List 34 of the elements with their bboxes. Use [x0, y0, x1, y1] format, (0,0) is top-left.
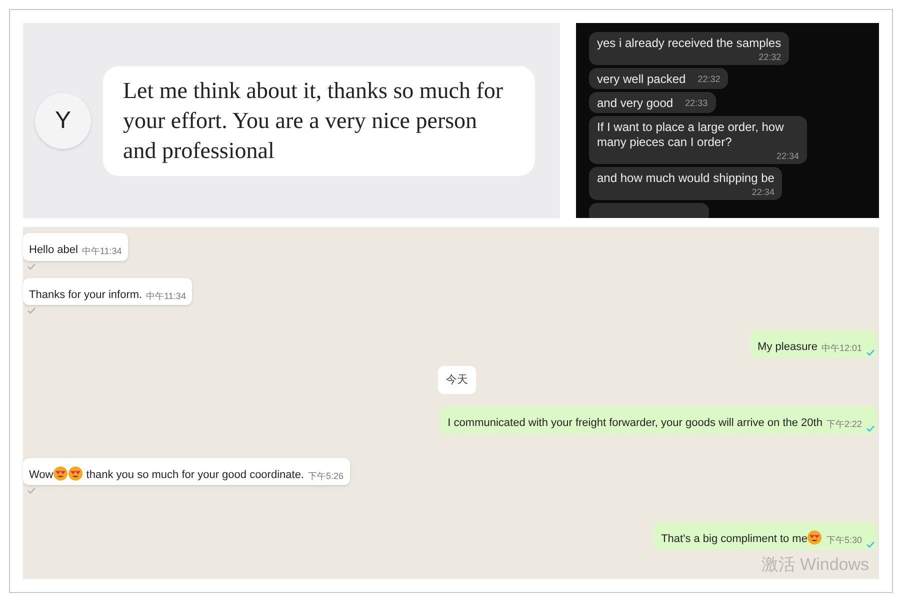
- message-text: If I want to place a large order, how many pieces can I order?: [597, 120, 785, 150]
- heart-eyes-emoji-icon: [68, 466, 84, 480]
- message-text: yes i already received the samples: [597, 36, 782, 51]
- message-time: 22:32: [698, 73, 720, 86]
- message-text: very well packed: [597, 72, 686, 87]
- message-time: 下午2:22: [826, 418, 862, 431]
- message-text: and very good: [597, 96, 674, 111]
- check-icon: [27, 262, 36, 270]
- message-text: That's a big compliment to me: [661, 530, 822, 548]
- message-time: 下午5:30: [826, 534, 862, 547]
- message-text: Hello abel: [29, 243, 78, 258]
- heart-eyes-emoji-icon: [807, 530, 822, 545]
- message-time: 22:32: [758, 51, 782, 63]
- message-text: and how much would shipping be: [597, 171, 774, 186]
- message-time: 中午11:34: [82, 245, 122, 258]
- message-time: 22:34: [776, 150, 799, 162]
- date-label: 今天: [438, 366, 476, 394]
- message-text: I communicated with your freight forwarder, your goods will arrive on the 20th: [448, 416, 822, 431]
- avatar: Y: [35, 92, 91, 148]
- message-time: 中午12:01: [821, 342, 862, 355]
- check-icon: [866, 348, 875, 356]
- message-text: My pleasure: [758, 340, 818, 355]
- message-text: Let me think about it, thanks so much for your effort. You are a very nice person and professional: [123, 76, 504, 165]
- check-icon: [866, 424, 875, 432]
- check-icon: [27, 487, 36, 494]
- check-icon: [866, 540, 875, 548]
- message-time: 下午5:26: [308, 470, 344, 482]
- heart-eyes-emoji-icon: [53, 466, 68, 480]
- check-icon: [27, 307, 36, 314]
- message-time: 中午11:34: [146, 290, 186, 302]
- message-text: Wow thank you so much for your good coordinate.: [29, 466, 304, 483]
- message-time: 22:34: [752, 186, 774, 198]
- message-time: 22:33: [685, 97, 708, 110]
- message-text: Thanks for your inform.: [29, 288, 142, 302]
